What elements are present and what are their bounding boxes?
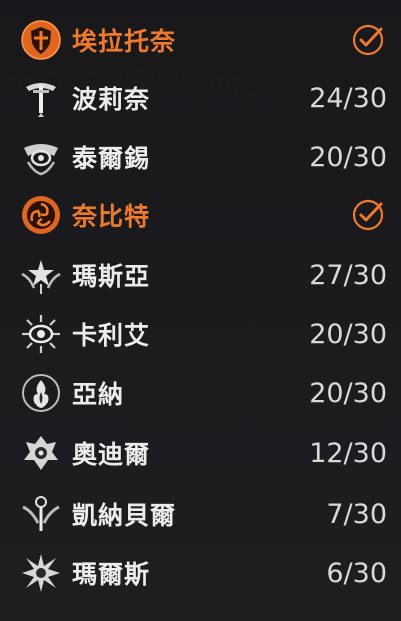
list-item[interactable]: 奧迪爾 12/30 [0, 424, 401, 482]
tribal-mask-icon [20, 432, 62, 474]
sword-emblem-icon [20, 77, 62, 119]
progress-count: 12/30 [309, 437, 387, 469]
character-name: 凱納貝爾 [72, 501, 177, 530]
progress-count: 24/30 [309, 82, 387, 114]
character-name: 泰爾錫 [72, 144, 151, 173]
progress-count: 27/30 [309, 259, 387, 291]
winged-eye-icon [20, 136, 62, 178]
winged-sword-icon [20, 493, 62, 535]
list-item[interactable]: 凱納貝爾 7/30 [0, 485, 401, 543]
winged-star-icon [20, 254, 62, 296]
character-name: 波莉奈 [72, 85, 151, 114]
progress-count: 20/30 [309, 318, 387, 350]
awakening-list-panel: 埃拉托奈 波莉奈 24/30 泰爾錫 20/30 奈比特 瑪斯亞 27/30 卡… [0, 0, 401, 621]
character-name: 亞納 [72, 380, 125, 409]
faction-header-nebit[interactable]: 奈比特 [0, 186, 401, 244]
flame-crest-icon [20, 372, 62, 414]
character-name: 瑪斯亞 [72, 262, 151, 291]
triskelion-icon [20, 194, 62, 236]
list-item[interactable]: 亞納 20/30 [0, 364, 401, 422]
list-item[interactable]: 瑪斯亞 27/30 [0, 246, 401, 304]
faction-name: 埃拉托奈 [72, 27, 177, 56]
list-item[interactable]: 卡利艾 20/30 [0, 305, 401, 363]
character-name: 瑪爾斯 [72, 560, 151, 589]
list-item[interactable]: 瑪爾斯 6/30 [0, 544, 401, 602]
list-item[interactable]: 泰爾錫 20/30 [0, 128, 401, 186]
progress-count: 6/30 [326, 557, 387, 589]
progress-count: 20/30 [309, 141, 387, 173]
checkmark-icon [351, 23, 385, 57]
eye-sun-icon [20, 313, 62, 355]
character-name: 奧迪爾 [72, 440, 151, 469]
progress-count: 7/30 [326, 498, 387, 530]
character-name: 卡利艾 [72, 321, 151, 350]
spiked-star-icon [20, 552, 62, 594]
checkmark-icon [351, 198, 385, 232]
shield-cross-icon [20, 19, 62, 61]
list-item[interactable]: 波莉奈 24/30 [0, 69, 401, 127]
progress-count: 20/30 [309, 377, 387, 409]
faction-name: 奈比特 [72, 202, 151, 231]
faction-header-eratone[interactable]: 埃拉托奈 [0, 11, 401, 69]
